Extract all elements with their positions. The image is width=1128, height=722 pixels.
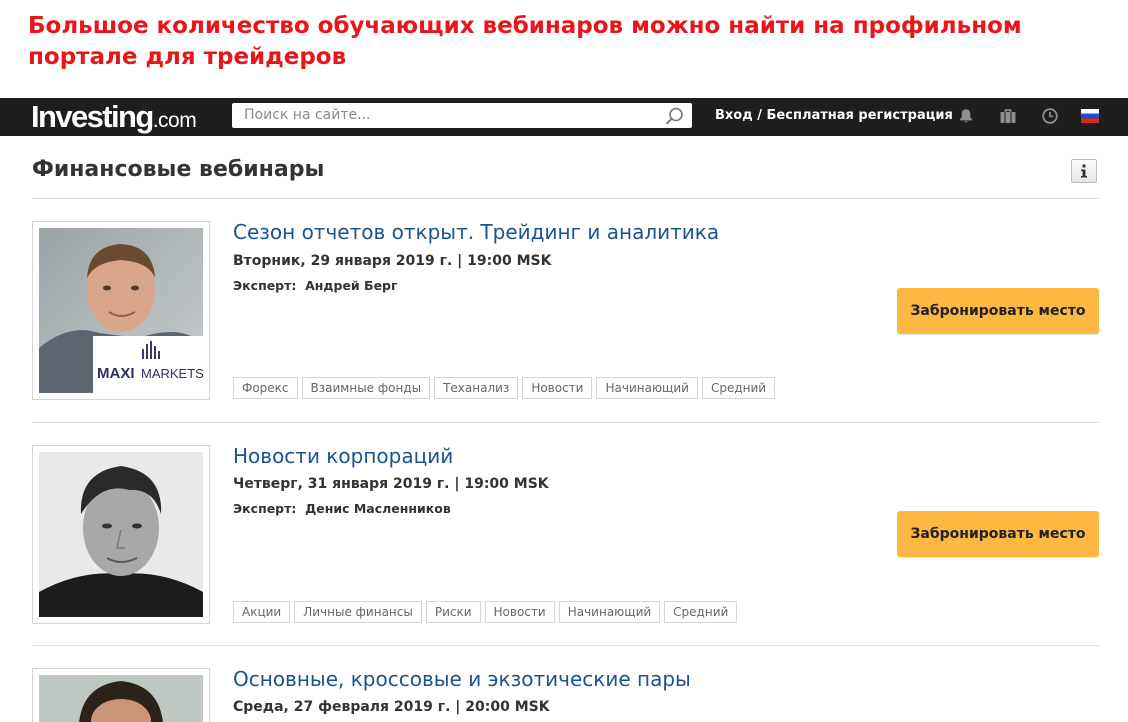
tag[interactable]: Новости — [522, 377, 593, 399]
logo-main-text: Investing — [31, 99, 154, 134]
expert-name: Андрей Берг — [305, 278, 398, 293]
tag[interactable]: Акции — [233, 601, 291, 623]
search-placeholder: Поиск на сайте... — [244, 107, 371, 123]
tag[interactable]: Начинающий — [596, 377, 698, 399]
divider — [32, 645, 1099, 646]
tag[interactable]: Взаимные фонды — [301, 377, 431, 399]
investing-logo[interactable]: Investing .com — [31, 98, 197, 136]
webinar-expert: Эксперт: Андрей Берг — [233, 278, 398, 293]
expert-name: Денис Масленников — [305, 501, 451, 516]
expert-label: Эксперт: — [233, 278, 297, 293]
tag[interactable]: Начинающий — [558, 601, 661, 623]
webinar-title-link[interactable]: Основные, кроссовые и экзотические пары — [233, 667, 691, 691]
russia-flag-icon[interactable] — [1081, 109, 1099, 123]
webinar-expert: Эксперт: Денис Масленников — [233, 501, 451, 516]
tag[interactable]: Риски — [425, 601, 481, 623]
webinar-tags: Акции Личные финансы Риски Новости Начин… — [233, 601, 738, 623]
search-input[interactable]: Поиск на сайте... — [232, 103, 692, 128]
tag[interactable]: Теханализ — [434, 377, 519, 399]
speaker-photo[interactable]: MAXI MARKETS — [32, 221, 210, 400]
search-icon[interactable] — [665, 107, 685, 125]
webinar-title-link[interactable]: Новости корпораций — [233, 444, 453, 468]
webinar-date: Вторник, 29 января 2019 г. | 19:00 MSK — [233, 253, 552, 269]
clock-icon[interactable] — [1041, 107, 1059, 125]
divider — [32, 422, 1099, 423]
tag[interactable]: Средний — [701, 377, 776, 399]
divider — [32, 198, 1099, 199]
tag[interactable]: Новости — [484, 601, 555, 623]
book-seat-button[interactable]: Забронировать место — [897, 511, 1099, 557]
webinar-title-link[interactable]: Сезон отчетов открыт. Трейдинг и аналити… — [233, 220, 719, 244]
webinar-tags: Форекс Взаимные фонды Теханализ Новости … — [233, 377, 776, 399]
speaker-photo[interactable] — [32, 445, 210, 624]
info-button[interactable] — [1071, 159, 1097, 183]
tag[interactable]: Форекс — [233, 377, 298, 399]
webinar-date: Среда, 27 февраля 2019 г. | 20:00 MSK — [233, 699, 550, 715]
tag[interactable]: Личные финансы — [294, 601, 422, 623]
sponsor-logo-text-b: MARKETS — [141, 366, 203, 381]
info-icon — [1081, 164, 1087, 178]
expert-label: Эксперт: — [233, 501, 297, 516]
speaker-portrait-image — [39, 452, 203, 617]
webinar-date: Четверг, 31 января 2019 г. | 19:00 MSK — [233, 476, 549, 492]
speaker-portrait-image: MAXI MARKETS — [39, 228, 203, 393]
book-seat-button[interactable]: Забронировать место — [897, 288, 1099, 334]
speaker-photo[interactable] — [32, 668, 210, 722]
speaker-portrait-image — [39, 675, 203, 722]
page-title: Финансовые вебинары — [32, 157, 325, 182]
caption-text: Большое количество обучающих вебинаров м… — [28, 13, 1022, 70]
bell-icon[interactable] — [957, 107, 975, 125]
briefcase-icon[interactable] — [999, 107, 1017, 125]
logo-suffix-text: .com — [152, 109, 197, 132]
top-navigation-bar: Investing .com Поиск на сайте... Вход / … — [0, 98, 1128, 136]
login-register-link[interactable]: Вход / Бесплатная регистрация — [715, 98, 953, 134]
sponsor-logo-text-a: MAXI — [97, 365, 135, 382]
tag[interactable]: Средний — [664, 601, 738, 623]
